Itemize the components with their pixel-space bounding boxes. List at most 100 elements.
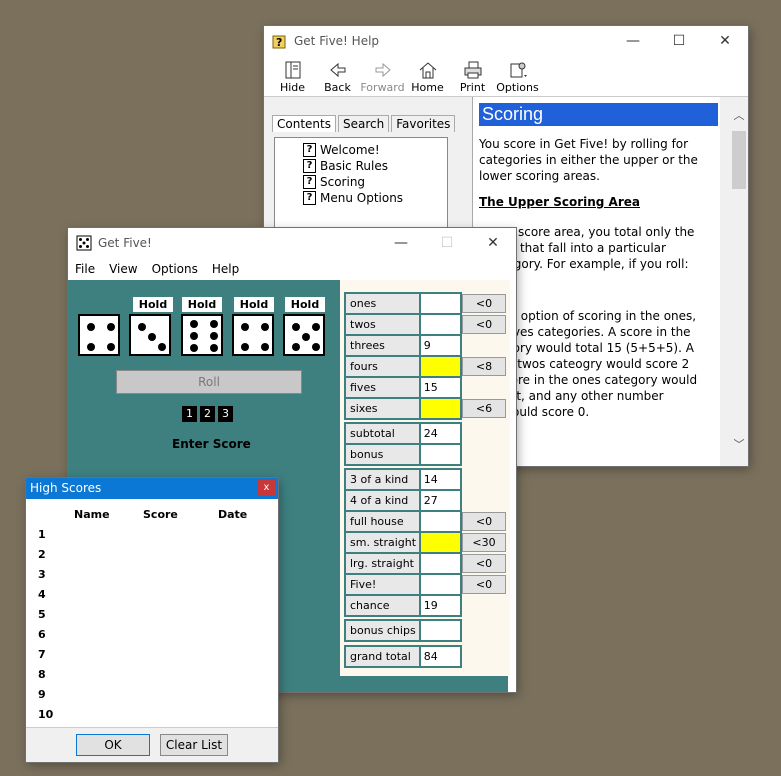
die-pip — [190, 332, 198, 340]
tree-item-basic-rules[interactable]: ? Basic Rules — [303, 158, 447, 174]
row-value[interactable] — [420, 294, 460, 313]
roll-button[interactable]: Roll — [116, 370, 302, 394]
menu-options[interactable]: Options — [145, 262, 205, 276]
help-topic-icon: ? — [303, 175, 316, 189]
potential-score-button[interactable]: <0 — [462, 512, 506, 531]
scroll-up-icon[interactable]: ︿ — [730, 107, 748, 123]
tab-search[interactable]: Search — [337, 115, 390, 132]
score-row-fours: fours — [346, 357, 460, 378]
die-pip — [190, 344, 198, 352]
row-value[interactable] — [420, 554, 460, 573]
game-title-bar[interactable]: Get Five! — ☐ ✕ — [68, 228, 516, 258]
close-button[interactable]: ✕ — [470, 228, 516, 258]
row-value[interactable]: 15 — [420, 378, 460, 397]
potential-score-button[interactable]: <6 — [462, 399, 506, 418]
maximize-button[interactable]: ☐ — [656, 26, 702, 56]
score-row-threes: threes 9 — [346, 336, 460, 357]
high-score-rank: 10 — [38, 708, 54, 721]
die-3[interactable] — [181, 314, 223, 356]
row-value[interactable]: 14 — [420, 470, 460, 489]
die-pip — [107, 323, 115, 331]
die-pip — [190, 320, 198, 328]
tree-item-label: Basic Rules — [320, 159, 388, 173]
score-row-lrg-straight: lrg. straight — [346, 554, 460, 575]
die-1[interactable] — [78, 314, 120, 356]
row-label: subtotal — [346, 424, 421, 443]
die-pip — [158, 343, 166, 351]
high-score-rank: 2 — [38, 548, 46, 561]
roll-count-3: 3 — [218, 406, 233, 422]
menu-file[interactable]: File — [68, 262, 102, 276]
maximize-button[interactable]: ☐ — [424, 228, 470, 258]
minimize-button[interactable]: — — [610, 26, 656, 56]
die-pip — [107, 343, 115, 351]
print-button[interactable]: Print — [450, 56, 495, 96]
tree-item-label: Welcome! — [320, 143, 380, 157]
close-button[interactable]: ✕ — [702, 26, 748, 56]
potential-score-button[interactable]: <0 — [462, 554, 506, 573]
menu-help[interactable]: Help — [205, 262, 246, 276]
hide-label: Hide — [279, 81, 306, 94]
row-value[interactable] — [420, 357, 460, 376]
forward-icon — [375, 62, 391, 78]
row-value[interactable] — [420, 399, 460, 418]
row-value: 84 — [420, 647, 460, 666]
tab-contents[interactable]: Contents — [272, 115, 336, 132]
help-title-bar[interactable]: ? Get Five! Help — ☐ ✕ — [264, 26, 748, 56]
tree-item-welcome[interactable]: ? Welcome! — [303, 142, 447, 158]
score-row-bonus: bonus — [346, 445, 460, 464]
scroll-down-icon[interactable]: ﹀ — [730, 436, 748, 452]
potential-score-button[interactable]: <0 — [462, 575, 506, 594]
ok-button[interactable]: OK — [76, 734, 150, 756]
potential-score-button[interactable]: <0 — [462, 294, 506, 313]
row-value[interactable] — [420, 512, 460, 531]
back-button[interactable]: Back — [315, 56, 360, 96]
close-button[interactable]: x — [258, 480, 275, 496]
tab-favorites[interactable]: Favorites — [391, 115, 456, 132]
hide-button[interactable]: Hide — [270, 56, 315, 96]
svg-text:?: ? — [276, 36, 282, 49]
row-value[interactable]: 9 — [420, 336, 460, 355]
potential-score-button[interactable]: <8 — [462, 357, 506, 376]
scroll-thumb[interactable] — [732, 131, 746, 189]
high-scores-title-bar[interactable]: High Scores x — [26, 478, 278, 499]
die-5[interactable] — [283, 314, 325, 356]
forward-button[interactable]: Forward — [360, 56, 405, 96]
score-row-4-of-a-kind: 4 of a kind 27 — [346, 491, 460, 512]
row-value[interactable]: 19 — [420, 596, 460, 615]
potential-score-button[interactable]: <30 — [462, 533, 506, 552]
high-score-rank: 6 — [38, 628, 46, 641]
potential-score-button[interactable]: <0 — [462, 315, 506, 334]
die-2[interactable] — [129, 314, 171, 356]
topic-title: Scoring — [479, 103, 718, 126]
high-score-rank: 5 — [38, 608, 46, 621]
menu-view[interactable]: View — [102, 262, 144, 276]
home-button[interactable]: Home — [405, 56, 450, 96]
row-label: 4 of a kind — [346, 491, 421, 510]
topic-scrollbar[interactable]: ︿ ﹀ — [730, 97, 748, 466]
help-tabs: Contents Search Favorites — [272, 115, 457, 132]
options-button[interactable]: Options — [495, 56, 540, 96]
row-label: 3 of a kind — [346, 470, 421, 489]
clear-list-button[interactable]: Clear List — [160, 734, 228, 756]
row-value[interactable] — [420, 533, 460, 552]
row-label: bonus — [346, 445, 421, 464]
help-topic-icon: ? — [303, 143, 316, 157]
tree-item-scoring[interactable]: ? Scoring — [303, 174, 447, 190]
row-value[interactable]: 27 — [420, 491, 460, 510]
minimize-button[interactable]: — — [378, 228, 424, 258]
score-row-3-of-a-kind: 3 of a kind 14 — [346, 470, 460, 491]
die-pip — [292, 323, 300, 331]
die-pip — [292, 343, 300, 351]
row-label: fours — [346, 357, 421, 376]
hold-label: Hold — [182, 297, 222, 312]
row-label: full house — [346, 512, 421, 531]
row-value[interactable] — [420, 575, 460, 594]
die-4[interactable] — [232, 314, 274, 356]
tree-item-menu-options[interactable]: ? Menu Options — [303, 190, 447, 206]
row-value[interactable] — [420, 315, 460, 334]
column-header-name: Name — [74, 508, 110, 521]
help-app-icon: ? — [272, 35, 286, 49]
score-row-full-house: full house — [346, 512, 460, 533]
home-icon — [419, 62, 436, 79]
